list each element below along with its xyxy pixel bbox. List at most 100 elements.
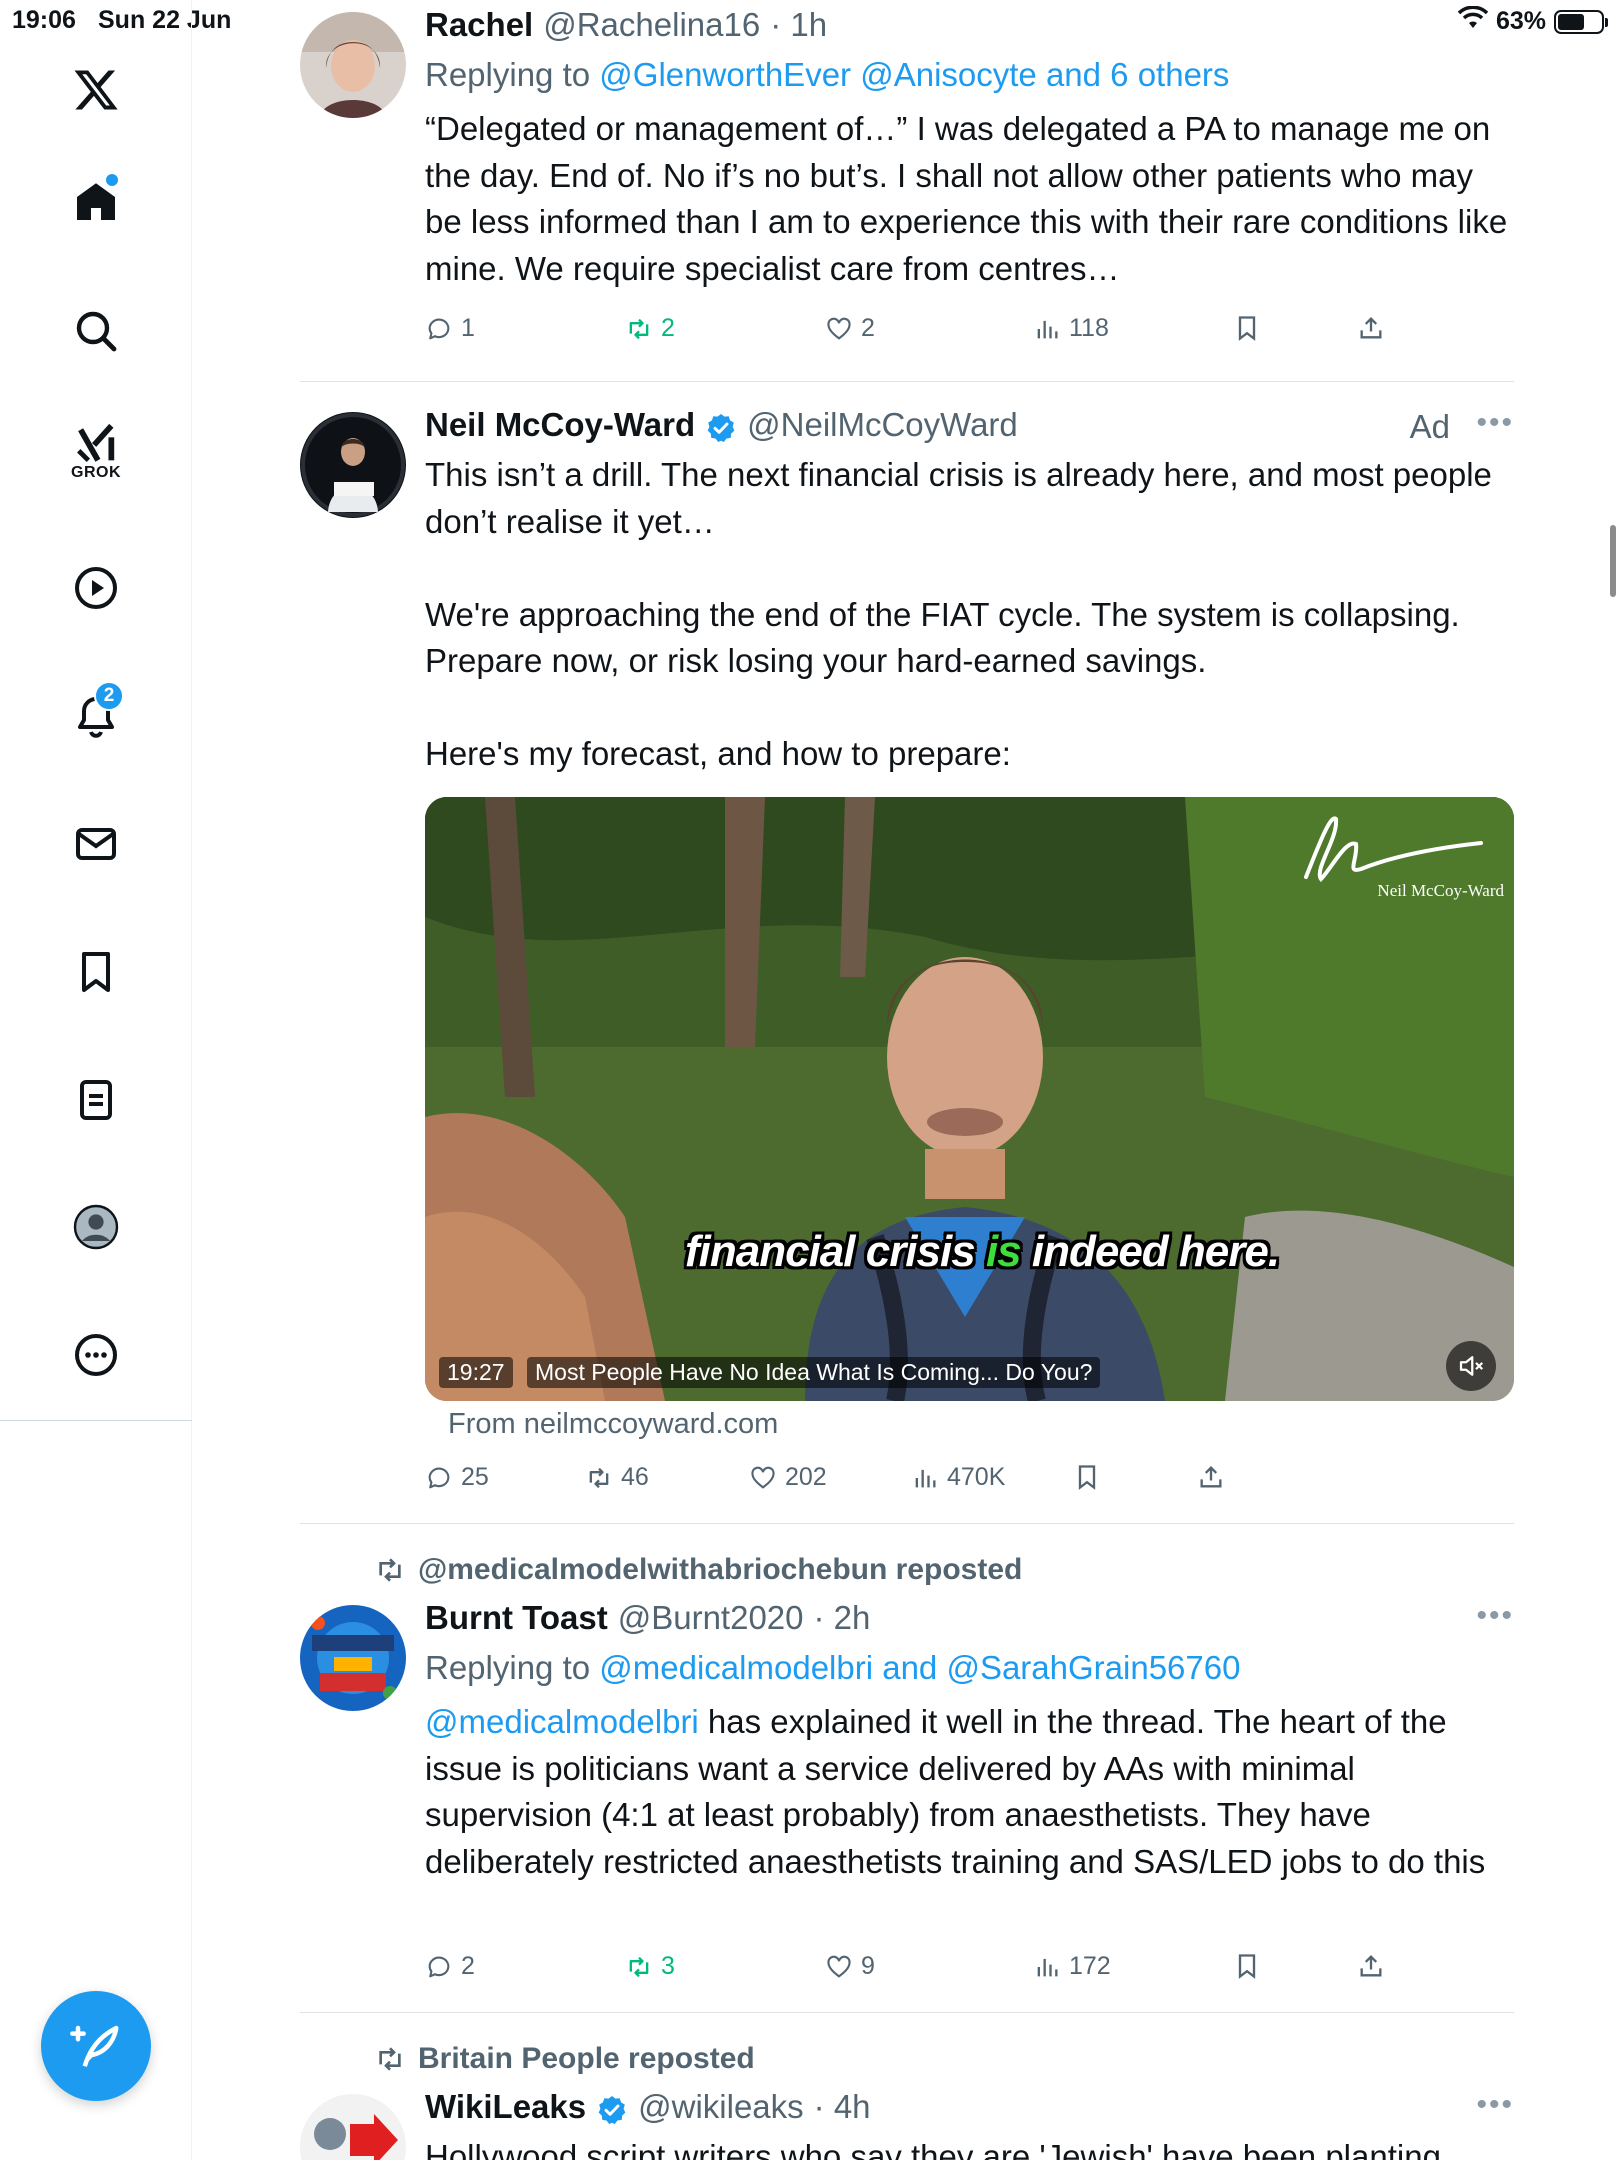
video-title: Most People Have No Idea What Is Coming.… bbox=[527, 1357, 1101, 1388]
repost-context[interactable]: Britain People reposted bbox=[374, 2042, 755, 2076]
post-time[interactable]: · 1h bbox=[770, 6, 827, 44]
share-button[interactable] bbox=[1357, 314, 1385, 342]
reply-count: 25 bbox=[461, 1463, 489, 1491]
compose-post-button[interactable] bbox=[41, 1991, 151, 2101]
repost-icon bbox=[589, 1467, 609, 1488]
home-unread-dot bbox=[106, 174, 118, 186]
user-handle[interactable]: @NeilMcCoyWard bbox=[747, 406, 1018, 444]
repost-button[interactable]: 2 bbox=[625, 314, 675, 343]
display-name[interactable]: Neil McCoy-Ward bbox=[425, 406, 695, 444]
display-name[interactable]: WikiLeaks bbox=[425, 2088, 586, 2126]
battery-icon bbox=[1554, 9, 1608, 34]
post-header: WikiLeaks @wikileaks · 4h bbox=[425, 2088, 1514, 2132]
search-icon[interactable] bbox=[56, 291, 136, 371]
video-player[interactable]: Neil McCoy-Ward financial crisis is inde… bbox=[425, 797, 1514, 1401]
repost-context[interactable]: @medicalmodelwithabriochebun reposted bbox=[374, 1553, 1022, 1587]
like-button[interactable]: 202 bbox=[749, 1463, 827, 1492]
display-name[interactable]: Burnt Toast bbox=[425, 1599, 608, 1637]
lists-icon[interactable] bbox=[56, 1060, 136, 1140]
notifications-bell-icon[interactable]: 2 bbox=[56, 677, 136, 757]
watermark-text: Neil McCoy-Ward bbox=[1377, 881, 1504, 900]
mention-link[interactable]: @medicalmodelbri bbox=[425, 1703, 699, 1740]
sidebar: GROK 2 bbox=[0, 0, 192, 2160]
post-actions: 25 46 202 470K bbox=[425, 1463, 1425, 1503]
sidebar-divider bbox=[0, 1420, 192, 1421]
user-handle[interactable]: @Burnt2020 bbox=[618, 1599, 804, 1637]
x-logo-icon[interactable] bbox=[56, 50, 136, 130]
post-content: Rachel @Rachelina16 · 1h Replying to @Gl… bbox=[425, 6, 1514, 292]
avatar[interactable] bbox=[300, 12, 406, 118]
more-options-icon[interactable] bbox=[56, 1315, 136, 1395]
reply-icon bbox=[428, 318, 450, 339]
post-time[interactable]: · 4h bbox=[814, 2088, 871, 2126]
profile-avatar-icon[interactable] bbox=[56, 1187, 136, 1267]
post-text: This isn’t a drill. The next financial c… bbox=[425, 456, 1492, 772]
avatar[interactable] bbox=[300, 412, 406, 518]
replying-to-users[interactable]: @GlenworthEver @Anisocyte and 6 others bbox=[599, 56, 1229, 93]
share-icon bbox=[1360, 1955, 1382, 1977]
post-text: Hollywood script writers who say they ar… bbox=[425, 2138, 1441, 2160]
video-caption: financial crisis is indeed here. bbox=[685, 1227, 1280, 1277]
reposted-by: Britain People reposted bbox=[418, 2042, 755, 2075]
repost-icon bbox=[629, 318, 649, 339]
reply-button[interactable]: 1 bbox=[425, 314, 475, 343]
post-content: Neil McCoy-Ward @NeilMcCoyWard This isn’… bbox=[425, 406, 1514, 778]
more-options-icon[interactable]: ••• bbox=[1476, 2088, 1514, 2122]
bookmark-button[interactable] bbox=[1233, 1952, 1261, 1980]
display-name[interactable]: Rachel bbox=[425, 6, 533, 44]
post[interactable]: Britain People reposted WikiLeaks @wikil… bbox=[300, 2034, 1514, 2160]
video-duration: 19:27 bbox=[439, 1357, 513, 1388]
bookmarks-icon[interactable] bbox=[56, 932, 136, 1012]
bookmark-icon bbox=[1238, 1954, 1256, 1979]
repost-button[interactable]: 46 bbox=[585, 1463, 649, 1492]
post-header: Rachel @Rachelina16 · 1h bbox=[425, 6, 1514, 50]
compose-feather-icon bbox=[70, 2025, 119, 2067]
replying-to-users[interactable]: @medicalmodelbri and @SarahGrain56760 bbox=[599, 1649, 1240, 1686]
view-count: 470K bbox=[947, 1463, 1006, 1491]
replying-to: Replying to @medicalmodelbri and @SarahG… bbox=[425, 1649, 1514, 1687]
post-time[interactable]: · 2h bbox=[814, 1599, 871, 1637]
repost-button[interactable]: 3 bbox=[625, 1952, 675, 1981]
bookmark-button[interactable] bbox=[1233, 314, 1261, 342]
views-button[interactable]: 470K bbox=[911, 1463, 1005, 1492]
more-options-icon[interactable]: ••• bbox=[1476, 1599, 1514, 1633]
reply-button[interactable]: 2 bbox=[425, 1952, 475, 1981]
share-button[interactable] bbox=[1357, 1952, 1385, 1980]
mute-button[interactable] bbox=[1446, 1341, 1496, 1391]
views-button[interactable]: 118 bbox=[1033, 314, 1109, 343]
bookmark-icon bbox=[1078, 1465, 1096, 1490]
user-handle[interactable]: @wikileaks bbox=[638, 2088, 804, 2126]
post-header: Neil McCoy-Ward @NeilMcCoyWard bbox=[425, 406, 1514, 450]
post-text: @medicalmodelbri has explained it well i… bbox=[425, 1699, 1514, 1885]
video-play-icon[interactable] bbox=[56, 548, 136, 628]
caption-start: financial crisis bbox=[685, 1227, 986, 1276]
reply-button[interactable]: 25 bbox=[425, 1463, 489, 1492]
post-content: Burnt Toast @Burnt2020 · 2h Replying to … bbox=[425, 1599, 1514, 1885]
post-divider bbox=[300, 381, 1514, 382]
more-options-icon[interactable]: ••• bbox=[1476, 406, 1514, 440]
heart-icon bbox=[827, 1955, 851, 1978]
bookmark-button[interactable] bbox=[1073, 1463, 1101, 1491]
messages-envelope-icon[interactable] bbox=[56, 804, 136, 884]
scrollbar[interactable] bbox=[1610, 525, 1616, 597]
source-link[interactable]: From neilmccoyward.com bbox=[448, 1408, 778, 1441]
avatar[interactable] bbox=[300, 2094, 406, 2160]
reposted-by: @medicalmodelwithabriochebun reposted bbox=[418, 1553, 1023, 1586]
user-handle[interactable]: @Rachelina16 bbox=[543, 6, 760, 44]
caption-highlight: is bbox=[985, 1227, 1022, 1276]
views-button[interactable]: 172 bbox=[1033, 1952, 1111, 1981]
post-actions: 2 3 9 172 bbox=[425, 1952, 1425, 1992]
avatar[interactable] bbox=[300, 1605, 406, 1711]
post-header: Burnt Toast @Burnt2020 · 2h bbox=[425, 1599, 1514, 1643]
verified-badge-icon bbox=[705, 412, 737, 444]
like-button[interactable]: 2 bbox=[825, 314, 875, 343]
like-count: 2 bbox=[861, 314, 875, 342]
repost-count: 46 bbox=[621, 1463, 649, 1491]
repost-count: 2 bbox=[661, 314, 675, 342]
grok-icon[interactable]: GROK bbox=[56, 414, 136, 494]
speaker-muted-icon bbox=[1459, 1356, 1484, 1376]
reply-icon bbox=[428, 1467, 450, 1488]
share-button[interactable] bbox=[1197, 1463, 1225, 1491]
home-icon[interactable] bbox=[56, 162, 136, 242]
like-button[interactable]: 9 bbox=[825, 1952, 875, 1981]
